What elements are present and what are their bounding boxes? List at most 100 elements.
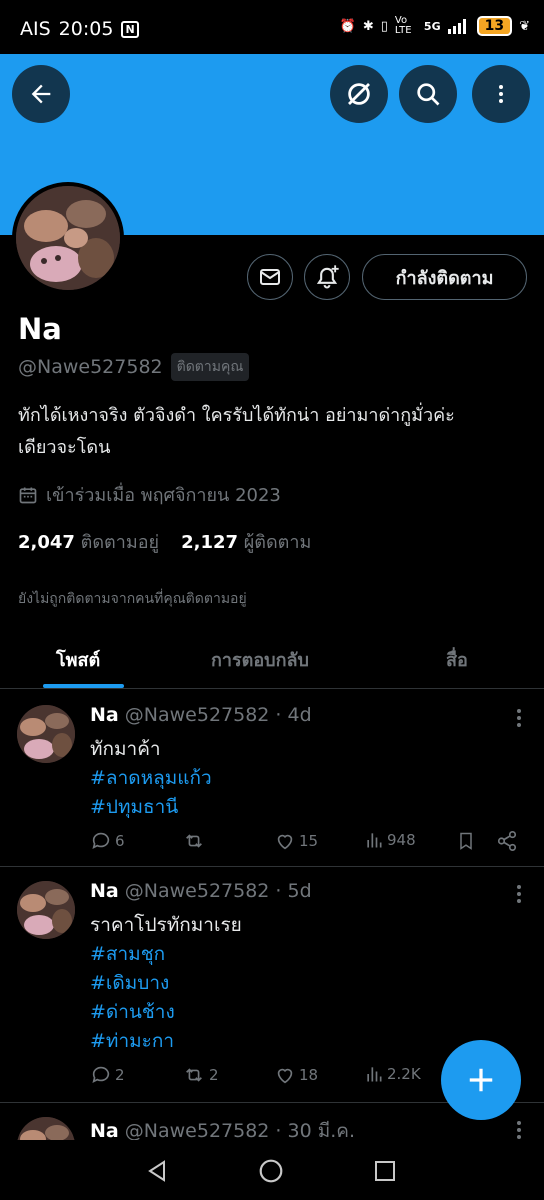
tweet-more-button[interactable] bbox=[516, 884, 522, 908]
nfc-icon: N bbox=[121, 20, 139, 38]
message-button[interactable] bbox=[247, 254, 293, 300]
nav-recents-icon[interactable] bbox=[373, 1159, 397, 1183]
share-icon bbox=[497, 831, 517, 851]
tweet-avatar[interactable] bbox=[17, 881, 75, 939]
heart-icon bbox=[277, 834, 293, 850]
tweet-header: Na @Nawe527582 · 4d bbox=[90, 704, 312, 726]
tweet-header: Na @Nawe527582 · 5d bbox=[90, 880, 312, 902]
reply-button[interactable]: 6 bbox=[90, 830, 125, 852]
profile-avatar[interactable] bbox=[12, 182, 124, 294]
retweet-button[interactable] bbox=[182, 830, 209, 852]
network-label: 5G bbox=[423, 19, 441, 33]
views-button[interactable]: 948 bbox=[364, 830, 416, 850]
reply-count: 6 bbox=[115, 832, 125, 850]
retweet-count: 2 bbox=[209, 1066, 219, 1084]
mail-icon bbox=[260, 269, 280, 285]
hashtag-link[interactable]: #เดิมบาง bbox=[90, 968, 169, 998]
hashtag-link[interactable]: #ด่านช้าง bbox=[90, 997, 175, 1027]
carrier-label: AIS bbox=[20, 18, 51, 40]
tab-media[interactable]: สื่อ bbox=[446, 645, 468, 674]
followers-count: 2,127 bbox=[181, 532, 239, 553]
more-vertical-icon bbox=[517, 885, 521, 903]
tweet-actions: 6 15 948 bbox=[90, 830, 530, 854]
like-button[interactable]: 18 bbox=[274, 1064, 318, 1086]
follows-you-badge: ติดตามคุณ bbox=[170, 353, 250, 381]
profile-tabs: โพสต์ การตอบกลับ สื่อ bbox=[0, 627, 544, 689]
arrow-left-icon bbox=[31, 84, 51, 104]
more-vertical-icon bbox=[499, 85, 503, 103]
nav-home-icon[interactable] bbox=[258, 1158, 284, 1184]
more-vertical-icon bbox=[517, 1121, 521, 1139]
bio-line: ทักได้เหงาจริง ตัวจิงดำ ใครรับได้ทักน่า … bbox=[18, 405, 455, 426]
view-count: 948 bbox=[387, 831, 416, 849]
tweet-avatar[interactable] bbox=[17, 705, 75, 763]
more-vertical-icon bbox=[517, 709, 521, 727]
like-count: 15 bbox=[299, 832, 319, 850]
tab-posts[interactable]: โพสต์ bbox=[56, 645, 100, 674]
bluetooth-icon: ✱ bbox=[362, 18, 374, 34]
like-button[interactable]: 15 bbox=[274, 830, 318, 852]
tweet-meta: @Nawe527582 · 5d bbox=[124, 880, 312, 902]
followers-label: ผู้ติดตาม bbox=[243, 532, 312, 553]
bookmark-button[interactable] bbox=[456, 830, 476, 852]
not-followed-note: ยังไม่ถูกติดตามจากคนที่คุณติดตามอยู่ bbox=[18, 591, 247, 607]
tweet-more-button[interactable] bbox=[516, 708, 522, 732]
signal-icon bbox=[447, 19, 466, 34]
retweet-icon bbox=[186, 834, 202, 848]
hashtag-link[interactable]: #สามชุก bbox=[90, 939, 165, 969]
tweet-text: ทักมาค้า bbox=[90, 738, 161, 760]
plus-icon bbox=[469, 1068, 493, 1092]
retweet-icon bbox=[186, 1068, 202, 1082]
tweet[interactable]: Na @Nawe527582 · 4d ทักมาค้า #ลาดหลุมแก้… bbox=[0, 690, 544, 867]
profile-name: Na bbox=[18, 312, 62, 346]
follow-stats: 2,047 ติดตามอยู่ 2,127 ผู้ติดตาม bbox=[18, 527, 311, 556]
share-button[interactable] bbox=[496, 830, 518, 852]
battery-indicator: 13 bbox=[476, 16, 513, 36]
followers-stat[interactable]: 2,127 ผู้ติดตาม bbox=[181, 527, 311, 556]
views-button[interactable]: 2.2K bbox=[364, 1064, 421, 1084]
reply-icon bbox=[92, 1066, 110, 1083]
tweet-author-name[interactable]: Na bbox=[90, 880, 119, 902]
tab-replies[interactable]: การตอบกลับ bbox=[211, 645, 309, 674]
grok-icon bbox=[348, 83, 370, 105]
more-options-button[interactable] bbox=[472, 65, 530, 123]
search-button[interactable] bbox=[399, 65, 457, 123]
status-bar: AIS 20:05 N ⏰ ✱ ▯ Vo LTE 5G 13 ❦ bbox=[0, 0, 544, 54]
hashtag-link[interactable]: #ท่ามะกา bbox=[90, 1026, 174, 1056]
compose-button[interactable] bbox=[441, 1040, 521, 1120]
reply-button[interactable]: 2 bbox=[90, 1064, 125, 1086]
active-tab-indicator bbox=[43, 684, 124, 688]
back-button[interactable] bbox=[12, 65, 70, 123]
following-label: ติดตามอยู่ bbox=[80, 532, 160, 553]
tweet-author-name[interactable]: Na bbox=[90, 704, 119, 726]
handle-row: @Nawe527582 ติดตามคุณ bbox=[18, 353, 250, 381]
joined-date: เข้าร่วมเมื่อ พฤศจิกายน 2023 bbox=[18, 480, 281, 509]
tweet-author-name[interactable]: Na bbox=[90, 1120, 119, 1142]
bar-chart-icon bbox=[367, 1067, 382, 1082]
view-count: 2.2K bbox=[387, 1065, 421, 1083]
tweet-text: ราคาโปรทักมาเรย bbox=[90, 914, 242, 936]
leaf-icon: ❦ bbox=[519, 18, 530, 34]
following-stat[interactable]: 2,047 ติดตามอยู่ bbox=[18, 527, 159, 556]
bio-line: เดียวจะโดน bbox=[18, 437, 111, 458]
profile-handle: @Nawe527582 bbox=[18, 356, 163, 378]
hashtag-link[interactable]: #ลาดหลุมแก้ว bbox=[90, 763, 212, 793]
grok-button[interactable] bbox=[330, 65, 388, 123]
retweet-button[interactable]: 2 bbox=[182, 1064, 219, 1086]
avatar-image bbox=[16, 186, 120, 290]
joined-label: เข้าร่วมเมื่อ พฤศจิกายน 2023 bbox=[46, 485, 281, 506]
notifications-button[interactable] bbox=[304, 254, 350, 300]
heart-icon bbox=[277, 1068, 293, 1084]
following-count: 2,047 bbox=[18, 532, 75, 553]
alarm-icon: ⏰ bbox=[339, 18, 356, 34]
reply-count: 2 bbox=[115, 1066, 125, 1084]
tweet-meta: @Nawe527582 · 30 มี.ค. bbox=[124, 1120, 356, 1142]
volte-label: Vo LTE bbox=[394, 15, 412, 36]
bookmark-icon bbox=[460, 832, 472, 850]
nav-back-icon[interactable] bbox=[145, 1159, 169, 1183]
bell-plus-icon bbox=[316, 265, 339, 289]
following-button[interactable]: กำลังติดตาม bbox=[362, 254, 527, 300]
tweet-meta: @Nawe527582 · 4d bbox=[124, 704, 312, 726]
like-count: 18 bbox=[299, 1066, 319, 1084]
hashtag-link[interactable]: #ปทุมธานี bbox=[90, 792, 178, 822]
